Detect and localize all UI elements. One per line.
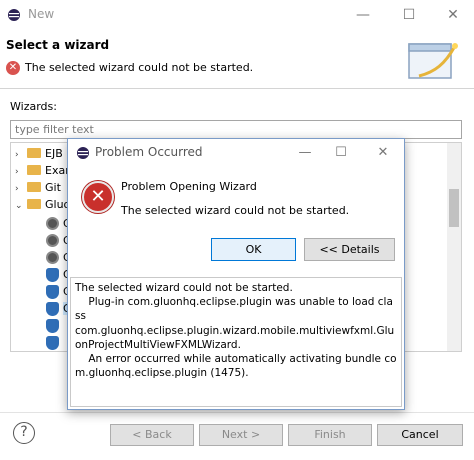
chevron-right-icon[interactable]: ›	[15, 184, 25, 194]
filter-input[interactable]	[10, 120, 462, 139]
folder-icon	[27, 182, 41, 192]
gluon-shield-icon	[46, 268, 59, 282]
next-button[interactable]: Next >	[199, 424, 283, 446]
dialog-close-button[interactable]: ✕	[370, 142, 396, 164]
tree-item-git[interactable]: › Git	[15, 181, 61, 198]
details-toggle-button[interactable]: << Details	[304, 238, 395, 261]
scrollbar-thumb[interactable]	[449, 189, 459, 227]
tree-item-examples[interactable]: › Exar	[15, 164, 70, 181]
gluon-shield-icon	[46, 285, 59, 299]
window-title: New	[28, 7, 55, 21]
folder-icon	[27, 199, 41, 209]
error-details-text[interactable]: The selected wizard could not be started…	[70, 277, 402, 407]
ok-button[interactable]: OK	[211, 238, 296, 261]
tree-item-ejb[interactable]: › EJB	[15, 147, 63, 164]
eclipse-app-icon	[8, 9, 20, 21]
tree-scrollbar[interactable]	[447, 143, 461, 351]
close-button[interactable]: ✕	[438, 4, 468, 26]
gluon-shield-icon	[46, 302, 59, 316]
gluon-shield-icon	[46, 319, 59, 333]
dialog-minimize-button[interactable]: —	[292, 142, 318, 164]
dialog-maximize-button[interactable]: ☐	[328, 142, 354, 164]
cancel-button[interactable]: Cancel	[377, 424, 463, 446]
chevron-down-icon[interactable]: ⌄	[15, 201, 25, 211]
back-button[interactable]: < Back	[110, 424, 194, 446]
gear-icon	[46, 234, 59, 247]
header-error-message: The selected wizard could not be started…	[25, 61, 254, 74]
wizards-label: Wizards:	[10, 100, 57, 113]
button-bar-divider	[0, 412, 474, 413]
chevron-right-icon[interactable]: ›	[15, 167, 25, 177]
wizard-banner-icon	[408, 43, 458, 79]
error-icon: ✕	[82, 181, 114, 213]
page-title: Select a wizard	[6, 38, 110, 52]
folder-icon	[27, 165, 41, 175]
header-divider	[0, 88, 474, 89]
help-button[interactable]: ?	[13, 422, 35, 444]
gluon-shield-icon	[46, 336, 59, 350]
dialog-title: Problem Occurred	[95, 145, 203, 159]
title-bar: New — ☐ ✕	[0, 0, 474, 30]
finish-button[interactable]: Finish	[288, 424, 372, 446]
wizard-header: Select a wizard ✕ The selected wizard co…	[0, 30, 474, 88]
tree-item-gluon[interactable]: ⌄ Gluo	[15, 198, 70, 215]
problem-dialog: Problem Occurred — ☐ ✕ ✕ Problem Opening…	[67, 138, 405, 410]
dialog-title-bar: Problem Occurred — ☐ ✕	[68, 139, 404, 167]
dialog-message: The selected wizard could not be started…	[121, 204, 350, 217]
maximize-button[interactable]: ☐	[394, 4, 424, 26]
chevron-right-icon[interactable]: ›	[15, 150, 25, 160]
gear-icon	[46, 217, 59, 230]
minimize-button[interactable]: —	[348, 4, 378, 26]
folder-icon	[27, 148, 41, 158]
dialog-heading: Problem Opening Wizard	[121, 180, 257, 193]
gear-icon	[46, 251, 59, 264]
eclipse-app-icon	[77, 147, 89, 159]
error-circle-icon: ✕	[6, 61, 20, 75]
